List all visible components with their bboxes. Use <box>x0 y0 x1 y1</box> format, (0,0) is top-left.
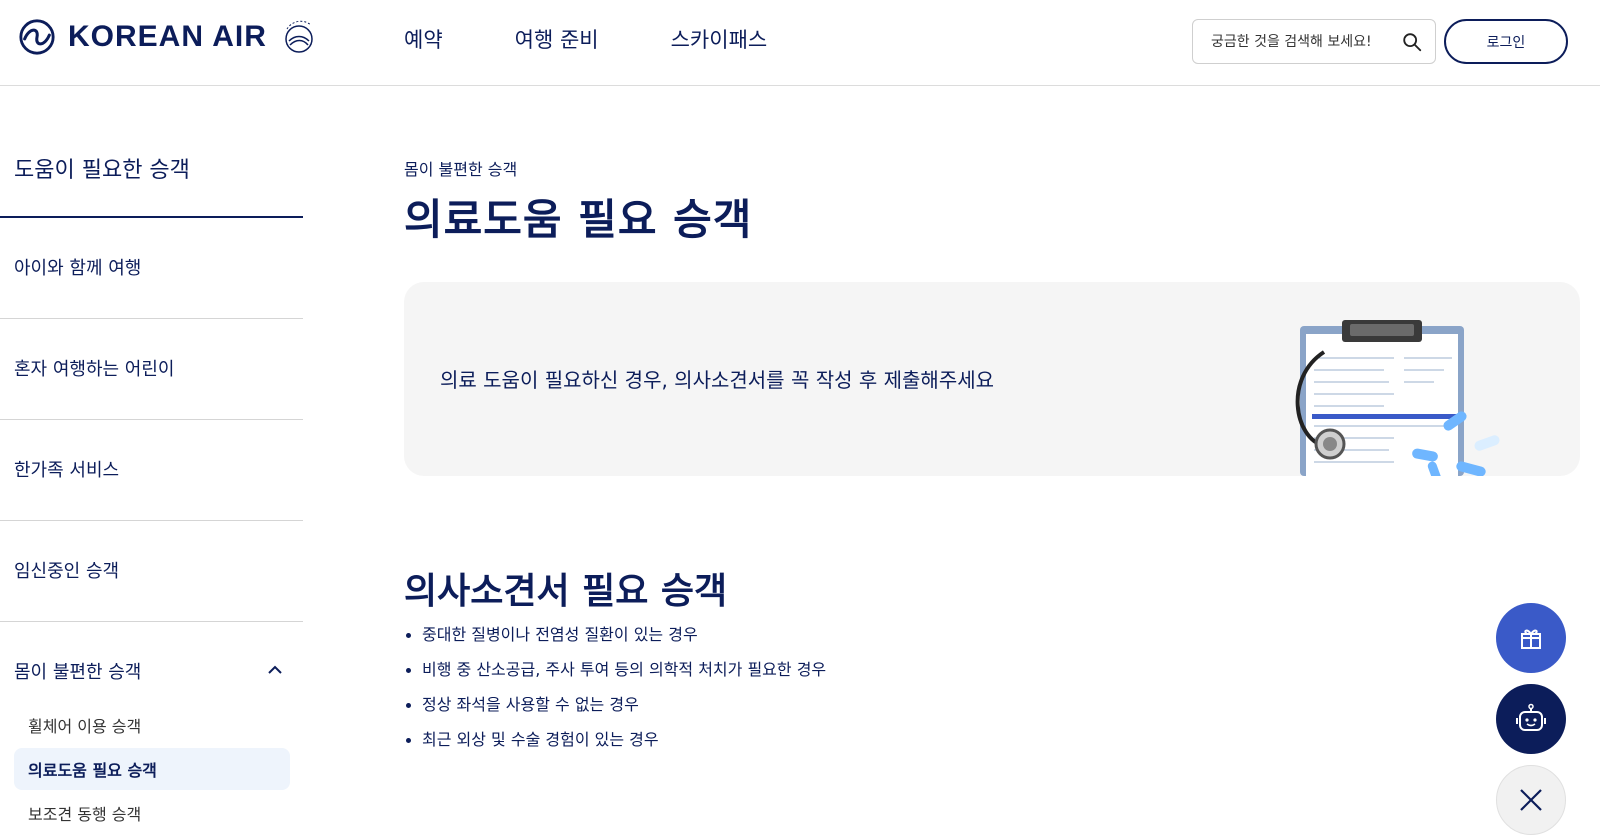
chatbot-icon <box>1516 703 1546 731</box>
sidebar-item-travel-with-children[interactable]: 아이와 함께 여행 <box>0 218 303 319</box>
banner-text: 의료 도움이 필요하신 경우, 의사소견서를 꼭 작성 후 제출해주세요 <box>440 368 995 392</box>
breadcrumb[interactable]: 몸이 불편한 승객 <box>404 156 517 180</box>
clipboard-stethoscope-illustration <box>1295 320 1500 476</box>
list-item: 비행 중 산소공급, 주사 투여 등의 의학적 처치가 필요한 경우 <box>404 657 826 692</box>
search-input[interactable] <box>1211 33 1391 50</box>
sidebar: 도움이 필요한 승객 아이와 함께 여행 혼자 여행하는 어린이 한가족 서비스… <box>0 86 303 836</box>
nav-travel-prep[interactable]: 여행 준비 <box>515 24 599 54</box>
gift-button[interactable] <box>1496 603 1566 673</box>
info-banner: 의료 도움이 필요하신 경우, 의사소견서를 꼭 작성 후 제출해주세요 <box>404 282 1580 476</box>
chatbot-button[interactable] <box>1496 684 1566 754</box>
sidebar-item-label: 몸이 불편한 승객 <box>14 662 142 683</box>
list-item: 중대한 질병이나 전염성 질환이 있는 경우 <box>404 622 826 657</box>
skyteam-logo-icon <box>285 20 313 53</box>
list-item: 최근 외상 및 수술 경험이 있는 경우 <box>404 727 826 762</box>
sidebar-title: 도움이 필요한 승객 <box>0 86 303 218</box>
login-button[interactable]: 로그인 <box>1444 19 1568 64</box>
close-button[interactable] <box>1496 765 1566 835</box>
sidebar-item-unaccompanied-minor[interactable]: 혼자 여행하는 어린이 <box>0 319 303 420</box>
page-title: 의료도움 필요 승객 <box>404 195 753 244</box>
sidebar-item-disabled-passengers[interactable]: 몸이 불편한 승객 <box>0 622 303 704</box>
main-nav: 예약 여행 준비 스카이패스 <box>404 24 767 54</box>
sidebar-item-family-service[interactable]: 한가족 서비스 <box>0 420 303 521</box>
nav-skypass[interactable]: 스카이패스 <box>671 24 768 54</box>
sidebar-subitem-wheelchair[interactable]: 휠체어 이용 승객 <box>14 704 290 746</box>
search-box[interactable] <box>1192 19 1436 64</box>
sidebar-submenu: 휠체어 이용 승객 의료도움 필요 승객 보조견 동행 승객 <box>0 704 303 834</box>
logo-wordmark: KOREAN AIR <box>68 20 267 53</box>
sidebar-subitem-service-dog[interactable]: 보조견 동행 승객 <box>14 792 290 834</box>
requirement-list: 중대한 질병이나 전염성 질환이 있는 경우 비행 중 산소공급, 주사 투여 … <box>404 622 826 762</box>
sidebar-subitem-medical-assistance[interactable]: 의료도움 필요 승객 <box>14 748 290 790</box>
korean-air-logo[interactable]: KOREAN AIR <box>18 16 319 58</box>
list-item: 정상 좌석을 사용할 수 없는 경우 <box>404 692 826 727</box>
site-header: KOREAN AIR 예약 여행 준비 스카이패스 로그인 <box>0 0 1600 86</box>
nav-reservation[interactable]: 예약 <box>404 24 443 54</box>
sidebar-item-pregnant[interactable]: 임신중인 승객 <box>0 521 303 622</box>
chevron-up-icon[interactable] <box>265 660 285 680</box>
taeguk-logo-icon <box>19 19 55 55</box>
close-icon <box>1520 789 1542 811</box>
section-title: 의사소견서 필요 승객 <box>404 571 728 612</box>
gift-icon <box>1521 629 1541 649</box>
search-icon[interactable] <box>1401 31 1423 53</box>
